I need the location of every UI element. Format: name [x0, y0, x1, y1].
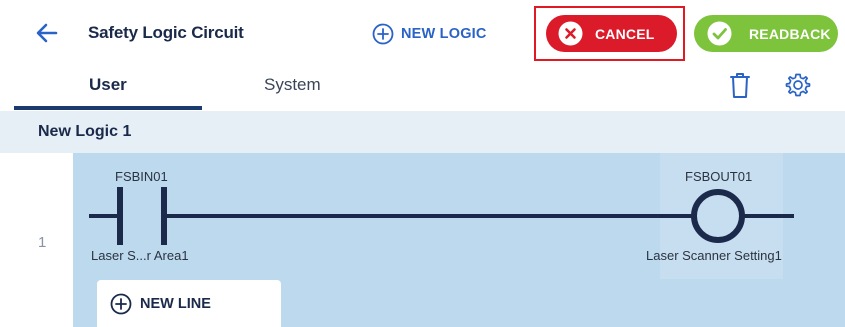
app-header: Safety Logic Circuit NEW LOGIC CANCEL RE…: [0, 0, 845, 68]
line-number: 1: [38, 234, 47, 251]
input-description: Laser S...r Area1: [91, 248, 189, 263]
output-description: Laser Scanner Setting1: [646, 248, 782, 263]
back-arrow-icon[interactable]: [34, 19, 60, 47]
check-circle-icon: [707, 21, 732, 46]
contact-icon: [117, 187, 167, 245]
line-number-gutter: [0, 153, 73, 327]
logic-name: New Logic 1: [38, 123, 132, 140]
tab-system[interactable]: System: [264, 75, 321, 95]
logic-header: New Logic 1: [0, 111, 845, 153]
output-tag: FSBOUT01: [685, 169, 753, 184]
new-line-label: NEW LINE: [140, 295, 211, 312]
plus-circle-icon: [110, 293, 132, 314]
coil-icon: [691, 189, 745, 243]
input-tag: FSBIN01: [115, 169, 168, 184]
new-logic-button[interactable]: NEW LOGIC: [372, 21, 487, 47]
page-title: Safety Logic Circuit: [88, 23, 244, 42]
new-logic-label: NEW LOGIC: [401, 26, 487, 42]
active-tab-indicator: [14, 106, 202, 110]
readback-label: READBACK: [749, 25, 831, 42]
gear-icon[interactable]: [785, 72, 811, 98]
close-circle-icon: [558, 21, 583, 46]
cancel-button[interactable]: CANCEL: [546, 15, 677, 52]
tab-user[interactable]: User: [89, 75, 127, 95]
cancel-label: CANCEL: [595, 25, 655, 42]
new-line-button[interactable]: NEW LINE: [97, 280, 281, 327]
plus-circle-icon: [372, 23, 394, 45]
tab-bar: User System: [0, 68, 845, 111]
readback-button[interactable]: READBACK: [694, 15, 838, 52]
trash-icon[interactable]: [729, 71, 751, 99]
